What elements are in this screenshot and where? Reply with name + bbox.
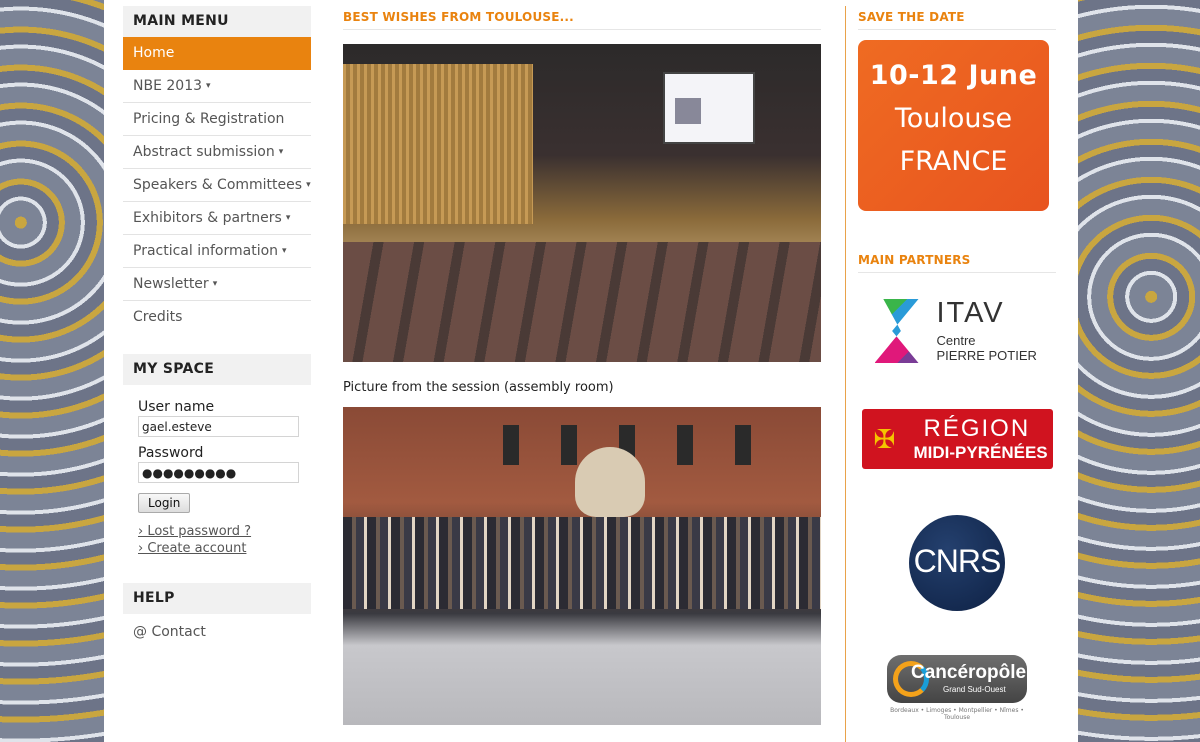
date-range: 10-12 June xyxy=(869,60,1038,91)
menu-item-abstract-submission[interactable]: Abstract submission ▾ xyxy=(123,136,311,169)
menu-item-nbe-2013[interactable]: NBE 2013 ▾ xyxy=(123,70,311,103)
save-the-date-banner[interactable]: 10-12 June Toulouse FRANCE xyxy=(858,40,1049,211)
main-partners-title: MAIN PARTNERS xyxy=(858,249,1056,273)
occitan-cross-icon: ✠ xyxy=(873,425,896,455)
help-box: HELP @ Contact xyxy=(123,583,311,650)
dropdown-arrow-icon: ▾ xyxy=(212,279,218,289)
itav-sub2: PIERRE POTIER xyxy=(936,348,1037,363)
cnrs-logo[interactable]: CNRS xyxy=(909,515,1005,611)
menu-item-label: Home xyxy=(133,45,175,61)
photo-wall-panels xyxy=(343,64,533,224)
group-photo xyxy=(343,407,821,725)
dropdown-arrow-icon: ▾ xyxy=(282,246,287,256)
main-menu: Home NBE 2013 ▾ Pricing & Registration Ab… xyxy=(123,37,311,334)
itav-logo[interactable]: ITAV Centre PIERRE POTIER xyxy=(865,295,1050,365)
password-input[interactable] xyxy=(138,462,299,483)
dropdown-arrow-icon: ▾ xyxy=(306,180,311,190)
column-divider xyxy=(845,6,846,742)
canceropole-logo-subtext: Grand Sud-Ouest xyxy=(943,685,1006,694)
main-menu-title: MAIN MENU xyxy=(123,6,311,37)
page-container: MAIN MENU Home NBE 2013 ▾ Pricing & Regis… xyxy=(104,0,1078,742)
right-sidebar: SAVE THE DATE 10-12 June Toulouse FRANCE… xyxy=(858,6,1056,721)
menu-item-exhibitors-partners[interactable]: Exhibitors & partners ▾ xyxy=(123,202,311,235)
photo-crowd xyxy=(343,517,821,609)
photo-seats xyxy=(343,242,821,362)
menu-item-home[interactable]: Home xyxy=(123,37,311,70)
cnrs-logo-text: CNRS xyxy=(913,543,1002,579)
region-midi-pyrenees-logo[interactable]: ✠ RÉGION MIDI-PYRÉNÉES xyxy=(861,409,1053,469)
photo-caption: Picture from the session (assembly room) xyxy=(343,380,614,395)
canceropole-logo-text: Cancéropôle xyxy=(911,662,1027,683)
username-label: User name xyxy=(138,399,215,415)
right-background-decoration xyxy=(1078,0,1200,742)
canceropole-pill: Cancéropôle Grand Sud-Ouest xyxy=(887,655,1027,703)
date-country: FRANCE xyxy=(899,146,1008,177)
region-logo-line1: RÉGION xyxy=(923,415,1031,442)
left-sidebar: MAIN MENU Home NBE 2013 ▾ Pricing & Regis… xyxy=(123,6,311,650)
login-button[interactable]: Login xyxy=(138,493,191,513)
assembly-room-photo xyxy=(343,44,821,362)
menu-item-label: Exhibitors & partners xyxy=(133,210,282,226)
itav-logo-text: ITAV xyxy=(936,297,1005,329)
create-account-link[interactable]: › Create account xyxy=(138,540,296,557)
menu-item-newsletter[interactable]: Newsletter ▾ xyxy=(123,268,311,301)
itav-sub1: Centre xyxy=(936,333,976,348)
my-space-box: MY SPACE User name Password Login › Lost… xyxy=(123,354,311,569)
menu-item-label: Abstract submission xyxy=(133,144,275,160)
menu-item-label: Credits xyxy=(133,309,183,325)
menu-item-practical-information[interactable]: Practical information ▾ xyxy=(123,235,311,268)
menu-item-speakers-committees[interactable]: Speakers & Committees ▾ xyxy=(123,169,311,202)
login-form: User name Password Login › Lost password… xyxy=(123,385,311,569)
menu-item-label: Newsletter xyxy=(133,276,209,292)
save-the-date-title: SAVE THE DATE xyxy=(858,6,1056,30)
menu-item-label: Speakers & Committees xyxy=(133,177,303,193)
lost-password-link[interactable]: › Lost password ? xyxy=(138,523,296,540)
photo-elephant-statue xyxy=(575,447,645,517)
canceropole-logo[interactable]: Cancéropôle Grand Sud-Ouest Bordeaux • L… xyxy=(887,655,1027,721)
canceropole-cities: Bordeaux • Limoges • Montpellier • Nîmes… xyxy=(890,707,1024,721)
username-input[interactable] xyxy=(138,416,299,437)
menu-item-pricing-registration[interactable]: Pricing & Registration xyxy=(123,103,311,136)
article-title: BEST WISHES FROM TOULOUSE... xyxy=(343,6,821,30)
main-partners-section: MAIN PARTNERS ITAV Centre PIERRE POTIER … xyxy=(858,249,1056,721)
menu-item-label: Practical information xyxy=(133,243,279,259)
password-label: Password xyxy=(138,445,204,461)
left-background-decoration xyxy=(0,0,104,742)
dropdown-arrow-icon: ▾ xyxy=(206,81,211,91)
menu-item-label: Pricing & Registration xyxy=(133,111,285,127)
menu-item-label: NBE 2013 xyxy=(133,78,203,94)
photo-projection-screen xyxy=(663,72,755,144)
menu-item-credits[interactable]: Credits xyxy=(123,301,311,334)
region-logo-line2: MIDI-PYRÉNÉES xyxy=(913,443,1048,462)
itav-logo-subtext: Centre PIERRE POTIER xyxy=(937,333,1037,363)
help-title: HELP xyxy=(123,583,311,614)
dropdown-arrow-icon: ▾ xyxy=(285,213,291,223)
itav-mark-icon xyxy=(874,299,919,363)
main-content: BEST WISHES FROM TOULOUSE... Picture fro… xyxy=(343,6,821,725)
my-space-title: MY SPACE xyxy=(123,354,311,385)
contact-link[interactable]: @ Contact xyxy=(123,614,311,650)
dropdown-arrow-icon: ▾ xyxy=(278,147,284,157)
date-city: Toulouse xyxy=(894,103,1013,134)
